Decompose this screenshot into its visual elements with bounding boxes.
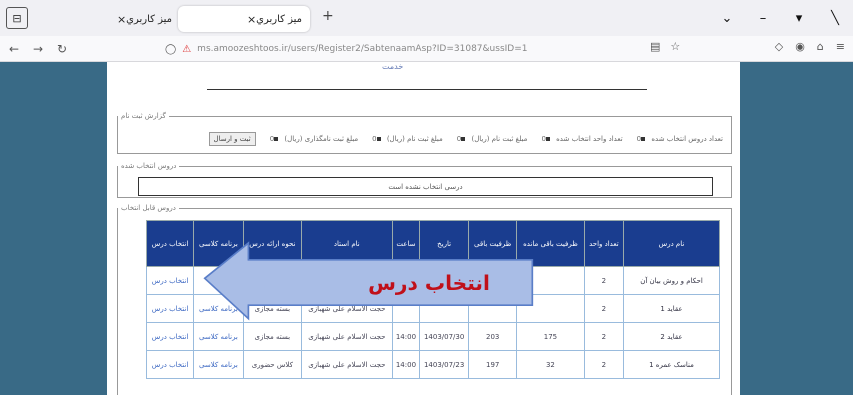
cell-cap1: 175 xyxy=(516,322,585,351)
page-background-left xyxy=(0,62,107,395)
toolbar-right: ◇ ◉ ⌂ ≡ xyxy=(775,40,845,53)
available-legend: دروس قابل انتخاب xyxy=(121,204,176,212)
report-row: تعداد دروس انتخاب شده 0 تعداد واحد انتخا… xyxy=(126,132,723,146)
chevron-down-icon[interactable]: ⌄ xyxy=(709,11,745,26)
cell-mode: بسته مجازی xyxy=(242,322,302,351)
window-controls: ⌄ – ▾ ╲ xyxy=(709,0,853,36)
cell-cap2: 197 xyxy=(468,350,518,379)
close-icon[interactable]: × xyxy=(247,13,256,26)
selected-courses: دروس انتخاب شده درسی انتخاب نشده است xyxy=(117,162,732,198)
page-content: خدمت گزارش ثبت نام تعداد دروس انتخاب شده… xyxy=(107,62,740,395)
account-icon[interactable]: ◉ xyxy=(795,40,805,53)
cell-teacher: حجت الاسلام علی شهبازی xyxy=(300,350,393,379)
reader-view-icon[interactable]: ▤ xyxy=(650,40,660,53)
report-item: مبلغ ثبت نام (ریال) 0 xyxy=(372,135,443,143)
divider xyxy=(207,89,647,90)
top-note: خدمت xyxy=(382,62,404,71)
callout-text: انتخاب درس xyxy=(368,271,490,295)
selected-legend: دروس انتخاب شده xyxy=(121,162,177,170)
shield-icon[interactable]: ◯ xyxy=(165,44,176,55)
reload-icon[interactable]: ↻ xyxy=(52,42,72,56)
cell-name: عقاید 1 xyxy=(623,294,720,323)
cell-name: عقاید 2 xyxy=(623,322,720,351)
cell-time: 14:00 xyxy=(391,322,421,351)
close-icon[interactable]: × xyxy=(117,13,126,26)
insecure-lock-icon[interactable]: ⚠ xyxy=(182,44,191,55)
callout-arrow: انتخاب درس xyxy=(203,241,534,321)
url-actions: ▤ ☆ xyxy=(650,40,680,53)
cell-cap1: 32 xyxy=(516,350,585,379)
cell-plan[interactable]: برنامه کلاسی xyxy=(193,322,244,351)
tab-bar: ⊟ ميز كاربري × ميز كاربري × + ⌄ – ▾ ╲ xyxy=(0,0,853,36)
report-item: مبلغ ثبت نامگذاری (ریال) 0 xyxy=(269,135,359,143)
cell-units: 2 xyxy=(583,294,625,323)
tab-label: ميز كاربري xyxy=(126,13,172,25)
bookmark-star-icon[interactable]: ☆ xyxy=(670,40,680,53)
close-window-icon[interactable]: ╲ xyxy=(817,11,853,26)
cell-units: 2 xyxy=(583,322,625,351)
report-item: مبلغ ثبت نام (ریال) 0 xyxy=(456,135,528,143)
table-row: عقاید 2 2 175 203 1403/07/30 14:00 حجت ا… xyxy=(145,322,720,351)
registration-report: گزارش ثبت نام تعداد دروس انتخاب شده 0 تع… xyxy=(117,112,732,154)
empty-message: درسی انتخاب نشده است xyxy=(138,177,713,196)
url-bar[interactable]: ◯ ⚠ ms.amoozeshtoos.ir/users/Register2/S… xyxy=(165,38,675,60)
col-name: نام درس xyxy=(623,220,720,267)
page-background-right xyxy=(740,62,853,395)
pocket-icon[interactable]: ◇ xyxy=(775,40,783,53)
report-item: تعداد واحد انتخاب شده 0 xyxy=(541,135,623,143)
tab-label: ميز كاربري xyxy=(256,13,302,25)
table-row: مناسک عمره 1 2 32 197 1403/07/23 14:00 ح… xyxy=(145,350,720,379)
forward-icon[interactable]: → xyxy=(28,42,48,56)
cell-name: مناسک عمره 1 xyxy=(623,350,720,379)
menu-icon[interactable]: ≡ xyxy=(836,40,845,53)
cell-units: 2 xyxy=(583,266,625,295)
cell-time: 14:00 xyxy=(391,350,421,379)
cell-plan[interactable]: برنامه کلاسی xyxy=(193,350,244,379)
report-item: تعداد دروس انتخاب شده 0 xyxy=(636,135,723,143)
select-course-link[interactable]: انتخاب درس xyxy=(145,350,195,379)
extensions-icon[interactable]: ⌂ xyxy=(817,40,824,53)
select-course-link[interactable]: انتخاب درس xyxy=(145,322,195,351)
list-icon: ⊟ xyxy=(12,11,22,25)
navigation-bar: ← → ↻ ◯ ⚠ ms.amoozeshtoos.ir/users/Regis… xyxy=(0,36,853,62)
col-units: تعداد واحد xyxy=(583,220,625,267)
cell-cap2: 203 xyxy=(468,322,518,351)
restore-icon[interactable]: ▾ xyxy=(781,11,817,26)
cell-teacher: حجت الاسلام علی شهبازی xyxy=(300,322,393,351)
cell-name: احکام و روش بیان آن xyxy=(623,266,720,295)
submit-button[interactable]: ثبت و ارسال xyxy=(208,132,256,146)
tab-active[interactable]: ميز كاربري × xyxy=(178,6,310,32)
minimize-icon[interactable]: – xyxy=(745,11,781,26)
back-icon[interactable]: ← xyxy=(4,42,24,56)
tab-inactive[interactable]: ميز كاربري × xyxy=(100,6,180,32)
report-legend: گزارش ثبت نام xyxy=(121,112,166,120)
cell-mode: کلاس حضوری xyxy=(242,350,302,379)
cell-date: 1403/07/30 xyxy=(419,322,470,351)
url-text[interactable]: ms.amoozeshtoos.ir/users/Register2/Sabte… xyxy=(197,44,527,54)
cell-date: 1403/07/23 xyxy=(419,350,470,379)
cell-units: 2 xyxy=(583,350,625,379)
new-tab-icon[interactable]: + xyxy=(322,8,334,24)
tab-list-button[interactable]: ⊟ xyxy=(6,7,28,29)
